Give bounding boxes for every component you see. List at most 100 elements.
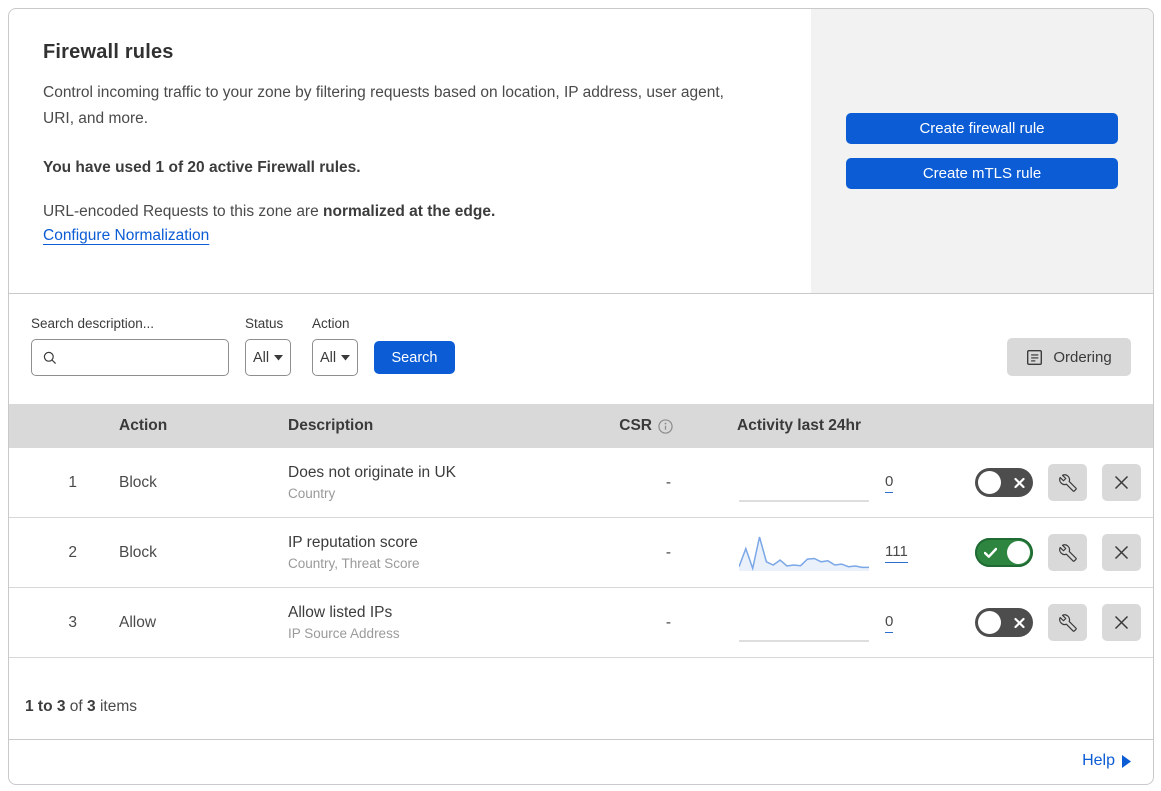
rule-enabled-toggle[interactable]	[975, 468, 1033, 497]
wrench-icon	[1058, 613, 1077, 632]
status-group: Status All	[245, 316, 291, 376]
normalization-bold: normalized at the edge.	[323, 202, 496, 220]
header-action: Action	[119, 417, 168, 434]
table-row: 1 Block Does not originate in UK Country…	[9, 448, 1153, 518]
toggle-knob	[978, 611, 1001, 634]
rule-csr-value: -	[665, 473, 671, 491]
rule-action: Allow	[119, 613, 157, 631]
activity-sparkline	[739, 533, 869, 573]
close-icon	[1114, 545, 1129, 560]
rule-enabled-toggle[interactable]	[975, 538, 1033, 567]
chevron-down-icon	[341, 354, 351, 361]
toggle-x-icon	[1014, 477, 1025, 488]
rule-description-cell: IP reputation score Country, Threat Scor…	[274, 534, 589, 571]
chevron-down-icon	[274, 354, 284, 361]
close-icon	[1114, 475, 1129, 490]
rule-action: Block	[119, 473, 157, 491]
action-value: All	[319, 349, 337, 366]
rule-description: Allow listed IPs	[288, 604, 393, 621]
of-text: of	[65, 698, 88, 715]
rule-description-cell: Does not originate in UK Country	[274, 464, 589, 501]
action-select[interactable]: All	[312, 339, 358, 376]
table-row: 2 Block IP reputation score Country, Thr…	[9, 518, 1153, 588]
search-input-box[interactable]	[31, 339, 247, 376]
create-firewall-rule-button[interactable]: Create firewall rule	[846, 113, 1118, 144]
filter-bar: Search description... Status All Action …	[9, 294, 1153, 404]
csr-label: CSR	[619, 417, 652, 434]
activity-count-link[interactable]: 111	[885, 543, 908, 563]
wrench-icon	[1058, 473, 1077, 492]
delete-rule-button[interactable]	[1102, 604, 1141, 641]
help-row: Help	[9, 739, 1153, 784]
delete-rule-button[interactable]	[1102, 534, 1141, 571]
header-text-block: Firewall rules Control incoming traffic …	[9, 9, 811, 293]
rule-enabled-toggle[interactable]	[975, 608, 1033, 637]
status-value: All	[252, 349, 270, 366]
edit-rule-button[interactable]	[1048, 534, 1087, 571]
activity-count-link[interactable]: 0	[885, 613, 894, 633]
header-section: Firewall rules Control incoming traffic …	[9, 9, 1153, 294]
toggle-check-icon	[984, 547, 997, 558]
table-row: 3 Allow Allow listed IPs IP Source Addre…	[9, 588, 1153, 658]
rule-fields: IP Source Address	[288, 626, 400, 641]
rule-fields: Country, Threat Score	[288, 556, 420, 571]
search-input[interactable]	[66, 349, 247, 366]
rule-controls	[929, 464, 1153, 501]
rule-controls	[929, 534, 1153, 571]
normalization-prefix: URL-encoded Requests to this zone are	[43, 202, 324, 220]
range-text: 1 to 3	[25, 698, 66, 715]
toggle-x-icon	[1014, 617, 1025, 628]
rule-activity-cell: 0	[679, 603, 929, 643]
ordering-button[interactable]: Ordering	[1007, 338, 1131, 376]
header-csr: CSR	[589, 417, 679, 435]
edit-rule-button[interactable]	[1048, 604, 1087, 641]
table-header: Action Description CSR Activity last 24h…	[9, 404, 1153, 448]
status-label: Status	[245, 316, 284, 331]
normalization-text: URL-encoded Requests to this zone are no…	[43, 203, 771, 221]
page-title: Firewall rules	[43, 41, 174, 63]
search-label: Search description...	[31, 316, 155, 331]
header-activity: Activity last 24hr	[737, 417, 862, 434]
rule-activity-cell: 0	[679, 463, 929, 503]
rule-description: Does not originate in UK	[288, 464, 457, 481]
items-text: items	[95, 698, 137, 715]
ordering-label: Ordering	[1053, 348, 1112, 366]
configure-normalization-link[interactable]: Configure Normalization	[43, 227, 209, 245]
edit-rule-button[interactable]	[1048, 464, 1087, 501]
page-description: Control incoming traffic to your zone by…	[43, 84, 724, 128]
rule-priority: 3	[68, 613, 77, 631]
rule-priority: 2	[68, 543, 77, 561]
rule-action: Block	[119, 543, 157, 561]
header-description: Description	[288, 417, 374, 434]
help-label: Help	[1082, 752, 1115, 769]
wrench-icon	[1058, 543, 1077, 562]
usage-summary: You have used 1 of 20 active Firewall ru…	[43, 158, 361, 176]
activity-sparkline	[739, 603, 869, 643]
create-mtls-rule-button[interactable]: Create mTLS rule	[846, 158, 1118, 189]
search-icon	[42, 350, 58, 366]
status-select[interactable]: All	[245, 339, 291, 376]
rule-csr-value: -	[665, 613, 671, 631]
activity-sparkline	[739, 463, 869, 503]
rule-fields: Country	[288, 486, 336, 501]
rule-priority: 1	[68, 473, 77, 491]
help-link[interactable]: Help	[1082, 752, 1131, 770]
action-group: Action All	[312, 316, 358, 376]
ordering-list-icon	[1026, 349, 1043, 366]
activity-count-link[interactable]: 0	[885, 473, 894, 493]
rule-controls	[929, 604, 1153, 641]
search-button[interactable]: Search	[374, 341, 455, 374]
info-icon[interactable]	[658, 418, 673, 434]
actions-panel: Create firewall rule Create mTLS rule	[811, 9, 1153, 293]
delete-rule-button[interactable]	[1102, 464, 1141, 501]
chevron-right-icon	[1122, 754, 1131, 768]
close-icon	[1114, 615, 1129, 630]
rule-description: IP reputation score	[288, 534, 418, 551]
search-group: Search description...	[31, 316, 247, 376]
toggle-knob	[1007, 541, 1030, 564]
action-label: Action	[312, 316, 350, 331]
firewall-rules-card: Firewall rules Control incoming traffic …	[8, 8, 1154, 785]
rule-csr-value: -	[665, 543, 671, 561]
total-count: 3	[87, 698, 96, 715]
toggle-knob	[978, 471, 1001, 494]
